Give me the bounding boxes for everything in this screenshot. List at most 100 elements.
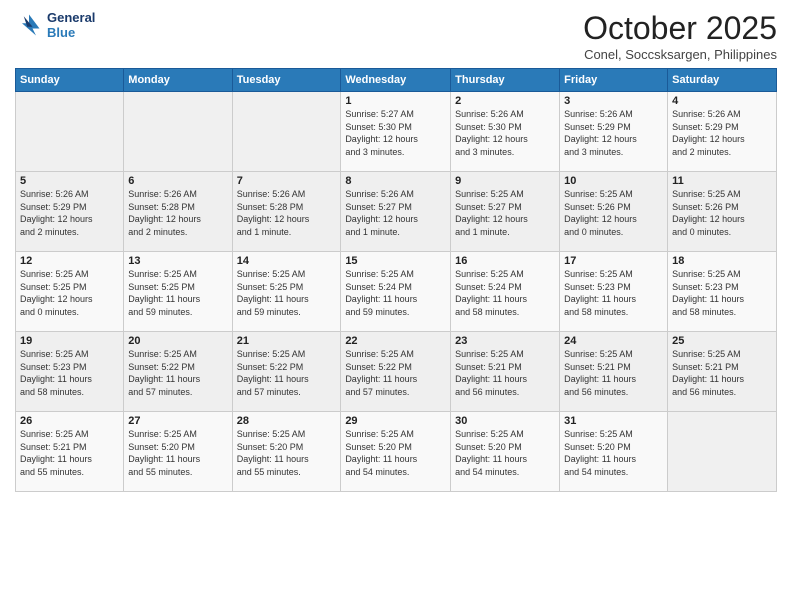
day-info: Sunrise: 5:25 AM Sunset: 5:21 PM Dayligh… bbox=[455, 348, 555, 398]
day-number: 22 bbox=[345, 335, 446, 347]
week-row-3: 12Sunrise: 5:25 AM Sunset: 5:25 PM Dayli… bbox=[16, 252, 777, 332]
day-number: 5 bbox=[20, 175, 119, 187]
title-block: October 2025 Conel, Soccsksargen, Philip… bbox=[583, 10, 777, 62]
col-tuesday: Tuesday bbox=[232, 69, 341, 92]
table-cell: 27Sunrise: 5:25 AM Sunset: 5:20 PM Dayli… bbox=[124, 412, 232, 492]
day-info: Sunrise: 5:25 AM Sunset: 5:25 PM Dayligh… bbox=[20, 268, 119, 318]
day-number: 3 bbox=[564, 95, 663, 107]
table-cell: 21Sunrise: 5:25 AM Sunset: 5:22 PM Dayli… bbox=[232, 332, 341, 412]
table-cell: 13Sunrise: 5:25 AM Sunset: 5:25 PM Dayli… bbox=[124, 252, 232, 332]
col-friday: Friday bbox=[560, 69, 668, 92]
day-info: Sunrise: 5:25 AM Sunset: 5:21 PM Dayligh… bbox=[672, 348, 772, 398]
day-number: 10 bbox=[564, 175, 663, 187]
day-number: 21 bbox=[237, 335, 337, 347]
day-info: Sunrise: 5:26 AM Sunset: 5:29 PM Dayligh… bbox=[672, 108, 772, 158]
day-info: Sunrise: 5:26 AM Sunset: 5:29 PM Dayligh… bbox=[20, 188, 119, 238]
day-number: 13 bbox=[128, 255, 227, 267]
day-info: Sunrise: 5:25 AM Sunset: 5:20 PM Dayligh… bbox=[455, 428, 555, 478]
day-info: Sunrise: 5:25 AM Sunset: 5:25 PM Dayligh… bbox=[237, 268, 337, 318]
day-number: 8 bbox=[345, 175, 446, 187]
col-sunday: Sunday bbox=[16, 69, 124, 92]
day-info: Sunrise: 5:25 AM Sunset: 5:26 PM Dayligh… bbox=[672, 188, 772, 238]
day-number: 27 bbox=[128, 415, 227, 427]
table-cell: 20Sunrise: 5:25 AM Sunset: 5:22 PM Dayli… bbox=[124, 332, 232, 412]
day-number: 7 bbox=[237, 175, 337, 187]
day-number: 20 bbox=[128, 335, 227, 347]
day-number: 11 bbox=[672, 175, 772, 187]
day-info: Sunrise: 5:25 AM Sunset: 5:25 PM Dayligh… bbox=[128, 268, 227, 318]
day-number: 6 bbox=[128, 175, 227, 187]
header: General Blue October 2025 Conel, Soccsks… bbox=[15, 10, 777, 62]
day-info: Sunrise: 5:25 AM Sunset: 5:20 PM Dayligh… bbox=[345, 428, 446, 478]
table-cell: 3Sunrise: 5:26 AM Sunset: 5:29 PM Daylig… bbox=[560, 92, 668, 172]
week-row-4: 19Sunrise: 5:25 AM Sunset: 5:23 PM Dayli… bbox=[16, 332, 777, 412]
table-cell: 11Sunrise: 5:25 AM Sunset: 5:26 PM Dayli… bbox=[668, 172, 777, 252]
day-info: Sunrise: 5:27 AM Sunset: 5:30 PM Dayligh… bbox=[345, 108, 446, 158]
day-info: Sunrise: 5:25 AM Sunset: 5:23 PM Dayligh… bbox=[564, 268, 663, 318]
page-container: General Blue October 2025 Conel, Soccsks… bbox=[0, 0, 792, 497]
col-monday: Monday bbox=[124, 69, 232, 92]
day-number: 4 bbox=[672, 95, 772, 107]
day-number: 14 bbox=[237, 255, 337, 267]
day-number: 2 bbox=[455, 95, 555, 107]
table-cell: 18Sunrise: 5:25 AM Sunset: 5:23 PM Dayli… bbox=[668, 252, 777, 332]
day-info: Sunrise: 5:25 AM Sunset: 5:21 PM Dayligh… bbox=[564, 348, 663, 398]
table-cell: 1Sunrise: 5:27 AM Sunset: 5:30 PM Daylig… bbox=[341, 92, 451, 172]
day-info: Sunrise: 5:26 AM Sunset: 5:29 PM Dayligh… bbox=[564, 108, 663, 158]
table-cell: 14Sunrise: 5:25 AM Sunset: 5:25 PM Dayli… bbox=[232, 252, 341, 332]
day-number: 9 bbox=[455, 175, 555, 187]
day-info: Sunrise: 5:25 AM Sunset: 5:21 PM Dayligh… bbox=[20, 428, 119, 478]
day-number: 25 bbox=[672, 335, 772, 347]
day-number: 19 bbox=[20, 335, 119, 347]
day-info: Sunrise: 5:25 AM Sunset: 5:24 PM Dayligh… bbox=[345, 268, 446, 318]
day-info: Sunrise: 5:25 AM Sunset: 5:23 PM Dayligh… bbox=[20, 348, 119, 398]
day-number: 16 bbox=[455, 255, 555, 267]
calendar: Sunday Monday Tuesday Wednesday Thursday… bbox=[15, 68, 777, 492]
day-info: Sunrise: 5:26 AM Sunset: 5:28 PM Dayligh… bbox=[128, 188, 227, 238]
day-number: 31 bbox=[564, 415, 663, 427]
table-cell: 15Sunrise: 5:25 AM Sunset: 5:24 PM Dayli… bbox=[341, 252, 451, 332]
table-cell: 19Sunrise: 5:25 AM Sunset: 5:23 PM Dayli… bbox=[16, 332, 124, 412]
table-cell: 24Sunrise: 5:25 AM Sunset: 5:21 PM Dayli… bbox=[560, 332, 668, 412]
day-number: 1 bbox=[345, 95, 446, 107]
table-cell: 30Sunrise: 5:25 AM Sunset: 5:20 PM Dayli… bbox=[451, 412, 560, 492]
col-thursday: Thursday bbox=[451, 69, 560, 92]
location: Conel, Soccsksargen, Philippines bbox=[583, 47, 777, 62]
day-info: Sunrise: 5:25 AM Sunset: 5:20 PM Dayligh… bbox=[128, 428, 227, 478]
week-row-1: 1Sunrise: 5:27 AM Sunset: 5:30 PM Daylig… bbox=[16, 92, 777, 172]
logo: General Blue bbox=[15, 10, 95, 40]
table-cell bbox=[668, 412, 777, 492]
logo-text: General Blue bbox=[47, 10, 95, 40]
day-number: 18 bbox=[672, 255, 772, 267]
day-number: 26 bbox=[20, 415, 119, 427]
day-info: Sunrise: 5:26 AM Sunset: 5:28 PM Dayligh… bbox=[237, 188, 337, 238]
table-cell bbox=[16, 92, 124, 172]
day-info: Sunrise: 5:25 AM Sunset: 5:26 PM Dayligh… bbox=[564, 188, 663, 238]
table-cell: 25Sunrise: 5:25 AM Sunset: 5:21 PM Dayli… bbox=[668, 332, 777, 412]
table-cell: 31Sunrise: 5:25 AM Sunset: 5:20 PM Dayli… bbox=[560, 412, 668, 492]
col-saturday: Saturday bbox=[668, 69, 777, 92]
day-number: 12 bbox=[20, 255, 119, 267]
calendar-header-row: Sunday Monday Tuesday Wednesday Thursday… bbox=[16, 69, 777, 92]
table-cell: 8Sunrise: 5:26 AM Sunset: 5:27 PM Daylig… bbox=[341, 172, 451, 252]
table-cell bbox=[124, 92, 232, 172]
day-number: 28 bbox=[237, 415, 337, 427]
week-row-5: 26Sunrise: 5:25 AM Sunset: 5:21 PM Dayli… bbox=[16, 412, 777, 492]
day-info: Sunrise: 5:25 AM Sunset: 5:22 PM Dayligh… bbox=[128, 348, 227, 398]
day-number: 30 bbox=[455, 415, 555, 427]
day-info: Sunrise: 5:25 AM Sunset: 5:22 PM Dayligh… bbox=[345, 348, 446, 398]
day-info: Sunrise: 5:25 AM Sunset: 5:27 PM Dayligh… bbox=[455, 188, 555, 238]
table-cell: 6Sunrise: 5:26 AM Sunset: 5:28 PM Daylig… bbox=[124, 172, 232, 252]
day-number: 15 bbox=[345, 255, 446, 267]
table-cell: 29Sunrise: 5:25 AM Sunset: 5:20 PM Dayli… bbox=[341, 412, 451, 492]
table-cell: 2Sunrise: 5:26 AM Sunset: 5:30 PM Daylig… bbox=[451, 92, 560, 172]
day-info: Sunrise: 5:26 AM Sunset: 5:30 PM Dayligh… bbox=[455, 108, 555, 158]
table-cell: 23Sunrise: 5:25 AM Sunset: 5:21 PM Dayli… bbox=[451, 332, 560, 412]
col-wednesday: Wednesday bbox=[341, 69, 451, 92]
table-cell: 7Sunrise: 5:26 AM Sunset: 5:28 PM Daylig… bbox=[232, 172, 341, 252]
day-info: Sunrise: 5:25 AM Sunset: 5:23 PM Dayligh… bbox=[672, 268, 772, 318]
day-info: Sunrise: 5:25 AM Sunset: 5:22 PM Dayligh… bbox=[237, 348, 337, 398]
day-info: Sunrise: 5:25 AM Sunset: 5:20 PM Dayligh… bbox=[564, 428, 663, 478]
day-number: 29 bbox=[345, 415, 446, 427]
day-number: 24 bbox=[564, 335, 663, 347]
